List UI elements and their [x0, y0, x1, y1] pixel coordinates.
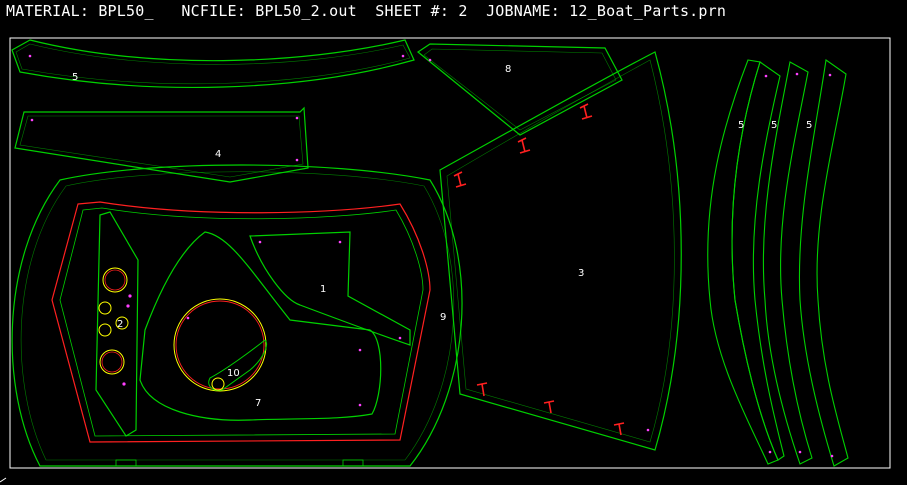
part-label: 5 — [738, 120, 744, 131]
part-8[interactable]: 8 — [416, 43, 623, 136]
corner-marker — [0, 477, 7, 483]
part-label: 5 — [771, 120, 777, 131]
part-label: 5 — [806, 120, 812, 131]
part-9[interactable]: 9 — [11, 164, 463, 467]
part-2[interactable]: 2 — [95, 211, 139, 437]
part-5-top[interactable]: 5 — [11, 39, 415, 89]
part-5-strip-3[interactable]: 5 — [798, 59, 849, 467]
part-10[interactable]: 10 — [173, 298, 267, 392]
part-label: 2 — [117, 319, 123, 330]
part-1[interactable]: 1 — [249, 231, 411, 346]
part-5-strip-2[interactable]: 5 — [762, 61, 813, 465]
part-label: 5 — [72, 72, 78, 83]
part-label: 8 — [505, 64, 511, 75]
part-label: 4 — [215, 149, 221, 160]
part-3[interactable]: 3 — [439, 51, 682, 451]
part-label: 7 — [255, 398, 261, 409]
part-label: 9 — [440, 312, 446, 323]
part-label: 3 — [578, 268, 584, 279]
nesting-canvas: 5 4 9 2 7 10 1 8 3 5 5 5 — [0, 37, 891, 483]
part-4[interactable]: 4 — [14, 106, 309, 183]
part-label: 10 — [227, 368, 240, 379]
part-label: 1 — [320, 284, 326, 295]
